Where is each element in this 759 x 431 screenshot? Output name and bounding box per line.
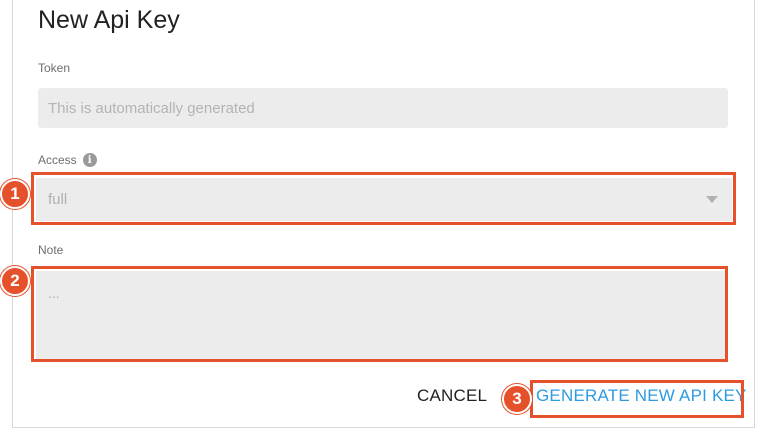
token-label: Token xyxy=(38,61,71,75)
access-label-row: Access i xyxy=(38,153,97,167)
token-field: This is automatically generated xyxy=(38,88,728,128)
chevron-down-icon xyxy=(706,196,718,203)
step-badge-3: 3 xyxy=(502,384,532,414)
cancel-button[interactable]: CANCEL xyxy=(417,386,487,406)
note-textarea[interactable]: ... xyxy=(36,271,726,359)
note-label: Note xyxy=(38,243,64,257)
info-icon[interactable]: i xyxy=(82,153,97,167)
step-badge-2: 2 xyxy=(0,266,30,296)
access-select-value: full xyxy=(48,191,68,208)
dialog-title: New Api Key xyxy=(38,6,180,34)
note-placeholder: ... xyxy=(48,285,60,301)
access-label: Access xyxy=(38,153,77,167)
page: New Api Key Token This is automatically … xyxy=(0,0,759,431)
step-badge-1: 1 xyxy=(0,179,30,209)
access-select[interactable]: full xyxy=(36,178,732,221)
generate-new-api-key-button[interactable]: GENERATE NEW API KEY xyxy=(536,386,747,406)
